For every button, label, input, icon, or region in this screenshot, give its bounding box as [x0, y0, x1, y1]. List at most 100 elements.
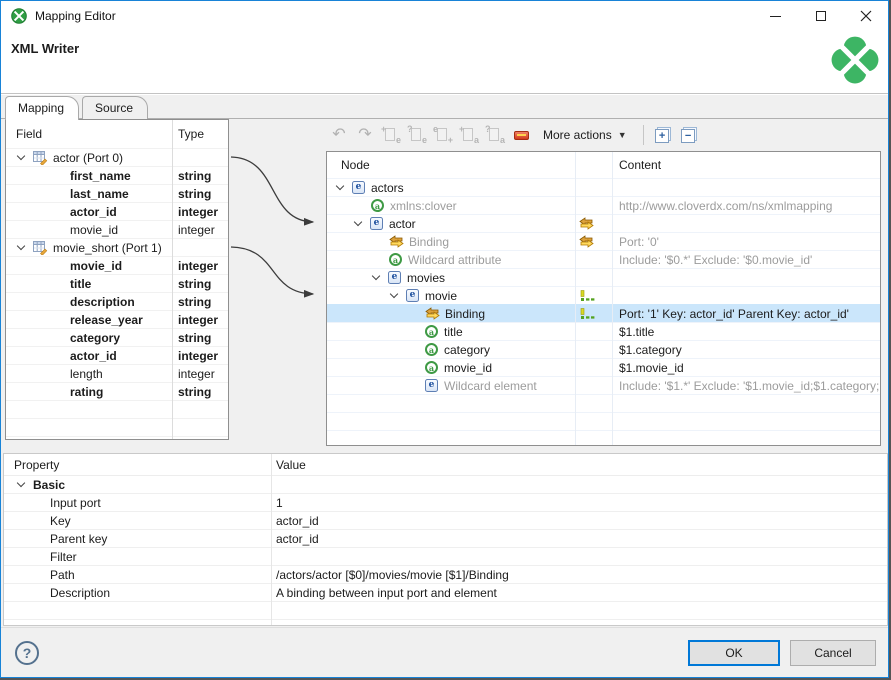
field-row[interactable]: category string — [6, 328, 228, 346]
empty-row — [327, 430, 880, 445]
mapping-arrows — [230, 156, 315, 298]
element-page-icon — [385, 128, 395, 141]
attribute-wizard-button[interactable]: ? a — [485, 125, 505, 145]
mapping-area: Mapping Source Field Type actor (Port 0)… — [1, 95, 888, 629]
collapse-all-icon: − — [681, 129, 696, 143]
column-header-field: Field — [16, 127, 43, 141]
tree-row-movie-id[interactable]: a movie_id $1.movie_id — [327, 358, 880, 376]
tab-source[interactable]: Source — [82, 96, 149, 119]
clover-app-icon — [11, 8, 27, 24]
tree-row-actors[interactable]: e actors — [327, 178, 880, 196]
binding-icon — [579, 217, 594, 230]
record-icon — [33, 150, 48, 165]
dropdown-arrow-icon: ▼ — [617, 130, 627, 140]
port-label: actor (Port 0) — [53, 150, 124, 165]
collapse-all-button[interactable]: − — [680, 124, 700, 146]
tree-row-category[interactable]: a category $1.category — [327, 340, 880, 358]
add-child-element-button[interactable]: e + — [433, 125, 453, 145]
xml-mapping-tree: Node Content e actors a xmlns:clover http:… — [326, 151, 881, 446]
more-actions-button[interactable]: More actions ▼ — [537, 124, 633, 146]
element-icon: e — [406, 289, 419, 302]
property-row-description[interactable]: Description A binding between input port … — [4, 584, 887, 602]
remove-icon — [513, 130, 529, 140]
chevron-down-icon[interactable] — [16, 151, 26, 161]
tab-mapping[interactable]: Mapping — [5, 96, 80, 120]
field-row[interactable]: release_year integer — [6, 310, 228, 328]
ok-button[interactable]: OK — [688, 639, 780, 666]
empty-row — [6, 418, 228, 436]
remove-button[interactable] — [511, 124, 531, 146]
tree-row-wildcard-element[interactable]: e Wildcard element Include: '$1.*' Exclud… — [327, 376, 880, 394]
close-button[interactable] — [843, 1, 888, 31]
chevron-down-icon[interactable] — [16, 478, 26, 488]
empty-row — [4, 620, 887, 625]
property-row-key[interactable]: Key actor_id — [4, 512, 887, 530]
chevron-down-icon[interactable] — [389, 289, 399, 299]
element-wizard-button[interactable]: ? e — [407, 125, 427, 145]
binding-icon — [425, 307, 440, 320]
column-header-type: Type — [178, 127, 205, 141]
tree-row-wildcard-attribute[interactable]: a Wildcard attribute Include: '$0.*' Excl… — [327, 250, 880, 268]
window-title: Mapping Editor — [35, 9, 116, 23]
tree-row-movies[interactable]: e movies — [327, 268, 880, 286]
help-button[interactable]: ? — [15, 640, 39, 665]
property-row-path[interactable]: Path/actors/actor [$0]/movies/movie [$1]… — [4, 566, 887, 584]
attribute-icon: a — [389, 253, 402, 266]
chevron-down-icon[interactable] — [335, 181, 345, 191]
tree-row-xmlns[interactable]: a xmlns:clover http://www.cloverdx.com/ns… — [327, 196, 880, 214]
element-icon: e — [352, 181, 365, 194]
chevron-down-icon[interactable] — [353, 217, 363, 227]
element-page-icon — [411, 128, 421, 141]
tree-row-actor[interactable]: e actor — [327, 214, 880, 232]
help-icon: ? — [22, 644, 32, 661]
column-divider — [575, 152, 576, 445]
mapping-toolbar: ↶ ↷ + e ? e e + + a ? a More actions ▼ + − — [329, 121, 700, 149]
field-row[interactable]: actor_id integer — [6, 202, 228, 220]
field-row[interactable]: length integer — [6, 364, 228, 382]
field-row[interactable]: last_name string — [6, 184, 228, 202]
cancel-button[interactable]: Cancel — [790, 639, 876, 666]
minimize-button[interactable] — [753, 1, 798, 31]
field-row[interactable]: title string — [6, 274, 228, 292]
expand-all-button[interactable]: + — [654, 124, 674, 146]
column-header-node: Node — [341, 158, 370, 172]
minimize-icon — [770, 15, 781, 17]
attribute-icon: a — [371, 199, 384, 212]
field-row[interactable]: movie_id integer — [6, 220, 228, 238]
tree-row-binding-movie-selected[interactable]: Binding Port: '1' Key: actor_id' Parent … — [327, 304, 880, 322]
field-row[interactable]: actor_id integer — [6, 346, 228, 364]
add-element-button[interactable]: + e — [381, 125, 401, 145]
binding-properties-table: Property Value Basic Input port 1 Key acto… — [3, 453, 888, 626]
chevron-down-icon[interactable] — [16, 241, 26, 251]
element-icon: e — [370, 217, 383, 230]
key-icon — [579, 289, 595, 302]
element-page-icon — [437, 128, 447, 141]
redo-icon: ↷ — [358, 126, 372, 143]
undo-icon: ↶ — [332, 126, 346, 143]
redo-button[interactable]: ↷ — [355, 124, 375, 146]
undo-button[interactable]: ↶ — [329, 124, 349, 146]
field-row[interactable]: movie_id integer — [6, 256, 228, 274]
element-icon: e — [388, 271, 401, 284]
property-row-input-port[interactable]: Input port 1 — [4, 494, 887, 512]
tree-row-title[interactable]: a title $1.title — [327, 322, 880, 340]
empty-row — [6, 436, 228, 439]
field-row[interactable]: rating string — [6, 382, 228, 400]
dialog-header: XML Writer — [1, 31, 888, 94]
column-divider — [612, 152, 613, 445]
tree-row-movie[interactable]: e movie — [327, 286, 880, 304]
add-attribute-button[interactable]: + a — [459, 125, 479, 145]
attribute-icon: a — [425, 343, 438, 356]
port-row[interactable]: movie_short (Port 1) — [6, 238, 228, 256]
property-row-parent-key[interactable]: Parent key actor_id — [4, 530, 887, 548]
chevron-down-icon[interactable] — [371, 271, 381, 281]
column-header-content: Content — [619, 158, 662, 172]
property-group-row[interactable]: Basic — [4, 476, 887, 494]
input-fields-table: Field Type actor (Port 0) first_name stri… — [5, 119, 229, 440]
port-row[interactable]: actor (Port 0) — [6, 148, 228, 166]
field-row[interactable]: first_name string — [6, 166, 228, 184]
maximize-button[interactable] — [798, 1, 843, 31]
property-row-filter[interactable]: Filter — [4, 548, 887, 566]
field-row[interactable]: description string — [6, 292, 228, 310]
tree-row-binding-actor[interactable]: Binding Port: '0' — [327, 232, 880, 250]
